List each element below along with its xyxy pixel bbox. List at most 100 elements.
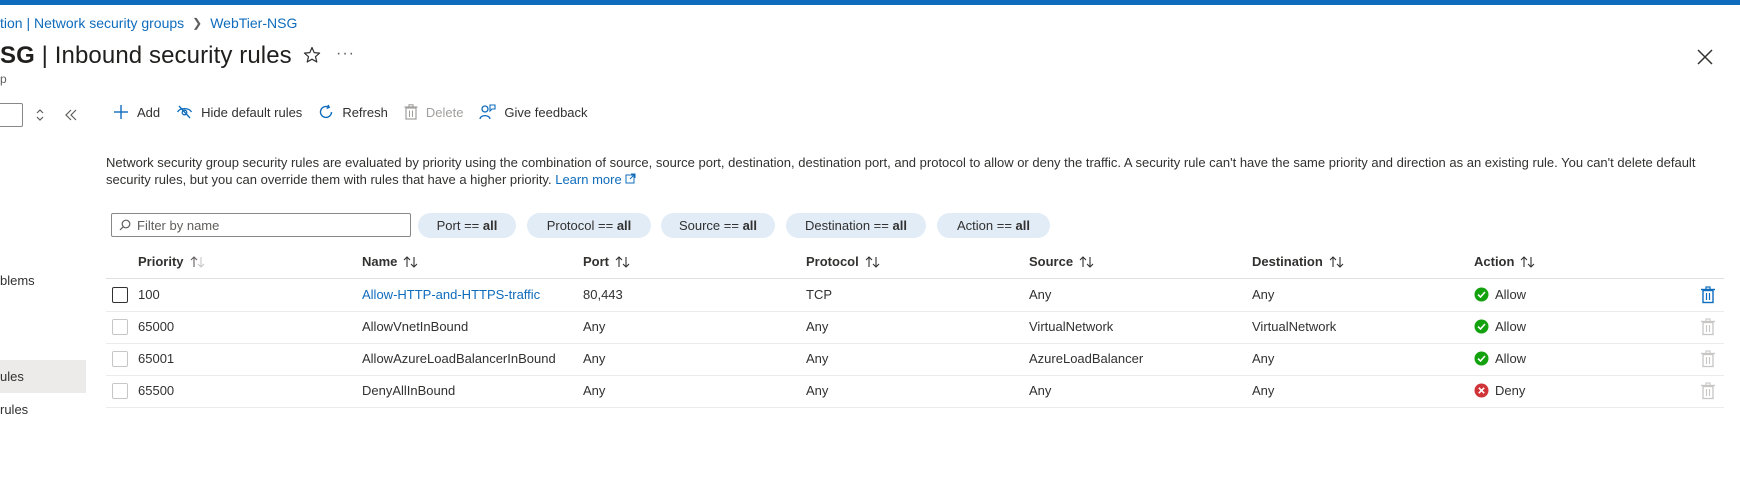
filter-pill-source[interactable]: Source == all bbox=[661, 213, 775, 238]
sort-ascending-icon bbox=[190, 255, 204, 268]
allow-check-icon bbox=[1474, 319, 1489, 334]
external-link-icon bbox=[625, 173, 636, 184]
page-subtitle: p bbox=[0, 72, 7, 86]
delete-row-disabled-icon bbox=[1701, 382, 1715, 400]
table-row[interactable]: 65500 DenyAllInBound Any Any Any Any Den… bbox=[106, 375, 1724, 408]
add-label: Add bbox=[137, 104, 161, 120]
cell-protocol: Any bbox=[806, 319, 829, 334]
page-title: SG | Inbound security rules bbox=[0, 42, 292, 70]
cell-port: Any bbox=[583, 319, 606, 334]
star-icon[interactable] bbox=[303, 46, 321, 64]
cell-destination: Any bbox=[1252, 383, 1275, 398]
sort-icon bbox=[1521, 255, 1535, 268]
page-title-bold: SG bbox=[0, 42, 35, 69]
breadcrumb: tion | Network security groups ❯ WebTier… bbox=[0, 15, 297, 31]
search-icon bbox=[119, 219, 131, 231]
sort-icon bbox=[1079, 255, 1094, 268]
top-bar bbox=[0, 0, 1740, 5]
delete-label: Delete bbox=[425, 104, 464, 120]
learn-more-link[interactable]: Learn more bbox=[555, 172, 636, 187]
cell-name: AllowVnetInBound bbox=[362, 319, 469, 334]
close-icon[interactable] bbox=[1696, 48, 1714, 66]
cell-action: Allow bbox=[1474, 351, 1526, 366]
column-header-priority[interactable]: Priority bbox=[138, 254, 206, 269]
table-row[interactable]: 65001 AllowAzureLoadBalancerInBound Any … bbox=[106, 343, 1724, 376]
feedback-person-icon bbox=[479, 104, 496, 120]
cell-destination: VirtualNetwork bbox=[1252, 319, 1337, 334]
cell-destination: Any bbox=[1252, 351, 1275, 366]
cell-source: AzureLoadBalancer bbox=[1029, 351, 1144, 366]
column-header-protocol[interactable]: Protocol bbox=[806, 254, 881, 269]
delete-row-disabled-icon bbox=[1701, 350, 1715, 368]
refresh-icon bbox=[320, 104, 333, 119]
chevron-right-icon: ❯ bbox=[192, 16, 203, 30]
deny-x-icon bbox=[1474, 383, 1489, 398]
page-title-rest: | Inbound security rules bbox=[34, 42, 292, 69]
command-bar: Add Hide default rules Refresh Delete Gi… bbox=[113, 104, 604, 120]
plus-icon bbox=[114, 105, 128, 119]
sidebar-search-input[interactable] bbox=[0, 103, 23, 127]
trash-icon bbox=[404, 104, 418, 120]
filter-pill-destination[interactable]: Destination == all bbox=[786, 213, 926, 238]
give-feedback-button[interactable]: Give feedback bbox=[479, 104, 588, 120]
filter-pill-protocol[interactable]: Protocol == all bbox=[527, 213, 651, 238]
filter-pill-port[interactable]: Port == all bbox=[418, 213, 516, 238]
sidebar-item-outbound-rules[interactable]: rules bbox=[0, 402, 28, 417]
filter-pill-action[interactable]: Action == all bbox=[937, 213, 1050, 238]
column-header-name[interactable]: Name bbox=[362, 254, 419, 269]
cell-port: Any bbox=[583, 383, 606, 398]
sidebar-item-inbound-rules[interactable]: ules bbox=[0, 360, 86, 393]
hide-default-rules-button[interactable]: Hide default rules bbox=[176, 104, 302, 120]
table-row[interactable]: 100 Allow-HTTP-and-HTTPS-traffic 80,443 … bbox=[106, 279, 1724, 312]
add-button[interactable]: Add bbox=[113, 104, 160, 120]
sort-icon bbox=[404, 255, 418, 268]
row-checkbox[interactable] bbox=[112, 351, 128, 367]
refresh-button[interactable]: Refresh bbox=[318, 104, 388, 120]
delete-button[interactable]: Delete bbox=[404, 104, 464, 120]
cell-source: Any bbox=[1029, 287, 1052, 302]
collapse-sidebar-icon[interactable] bbox=[64, 108, 78, 122]
cell-priority: 100 bbox=[138, 287, 160, 302]
refresh-label: Refresh bbox=[342, 104, 388, 120]
column-header-port[interactable]: Port bbox=[583, 254, 631, 269]
table-row[interactable]: 65000 AllowVnetInBound Any Any VirtualNe… bbox=[106, 311, 1724, 344]
sort-icon bbox=[615, 255, 630, 268]
cell-protocol: Any bbox=[806, 351, 829, 366]
cell-name: AllowAzureLoadBalancerInBound bbox=[362, 351, 556, 366]
cell-name-link[interactable]: Allow-HTTP-and-HTTPS-traffic bbox=[362, 287, 540, 302]
sort-updown-icon[interactable] bbox=[35, 108, 45, 122]
table-header: Priority Name Port Protocol Source Desti… bbox=[106, 248, 1724, 279]
delete-row-disabled-icon bbox=[1701, 318, 1715, 336]
cell-action: Deny bbox=[1474, 383, 1525, 398]
cell-protocol: TCP bbox=[806, 287, 832, 302]
sidebar-item-problems[interactable]: blems bbox=[0, 273, 35, 288]
column-header-source[interactable]: Source bbox=[1029, 254, 1095, 269]
column-header-action[interactable]: Action bbox=[1474, 254, 1536, 269]
more-options-icon[interactable]: ··· bbox=[336, 45, 355, 63]
description-body: Network security group security rules ar… bbox=[106, 155, 1696, 187]
filter-by-name-input[interactable] bbox=[137, 217, 397, 233]
cell-action: Allow bbox=[1474, 287, 1526, 302]
allow-check-icon bbox=[1474, 287, 1489, 302]
cell-port: 80,443 bbox=[583, 287, 623, 302]
filter-by-name-field[interactable] bbox=[111, 213, 411, 237]
cell-source: VirtualNetwork bbox=[1029, 319, 1114, 334]
delete-row-icon[interactable] bbox=[1700, 286, 1716, 304]
sort-icon bbox=[1329, 255, 1344, 268]
breadcrumb-parent-link[interactable]: tion | Network security groups bbox=[0, 15, 184, 31]
cell-name: DenyAllInBound bbox=[362, 383, 456, 398]
row-checkbox[interactable] bbox=[112, 383, 128, 399]
give-feedback-label: Give feedback bbox=[504, 104, 588, 120]
sort-icon bbox=[865, 255, 880, 268]
row-checkbox[interactable] bbox=[112, 287, 128, 303]
hide-default-rules-label: Hide default rules bbox=[201, 104, 303, 120]
cell-source: Any bbox=[1029, 383, 1052, 398]
cell-protocol: Any bbox=[806, 383, 829, 398]
breadcrumb-current-link[interactable]: WebTier-NSG bbox=[210, 15, 297, 31]
column-header-destination[interactable]: Destination bbox=[1252, 254, 1345, 269]
cell-priority: 65000 bbox=[138, 319, 175, 334]
allow-check-icon bbox=[1474, 351, 1489, 366]
cell-port: Any bbox=[583, 351, 606, 366]
row-checkbox[interactable] bbox=[112, 319, 128, 335]
description-text: Network security group security rules ar… bbox=[106, 154, 1716, 188]
